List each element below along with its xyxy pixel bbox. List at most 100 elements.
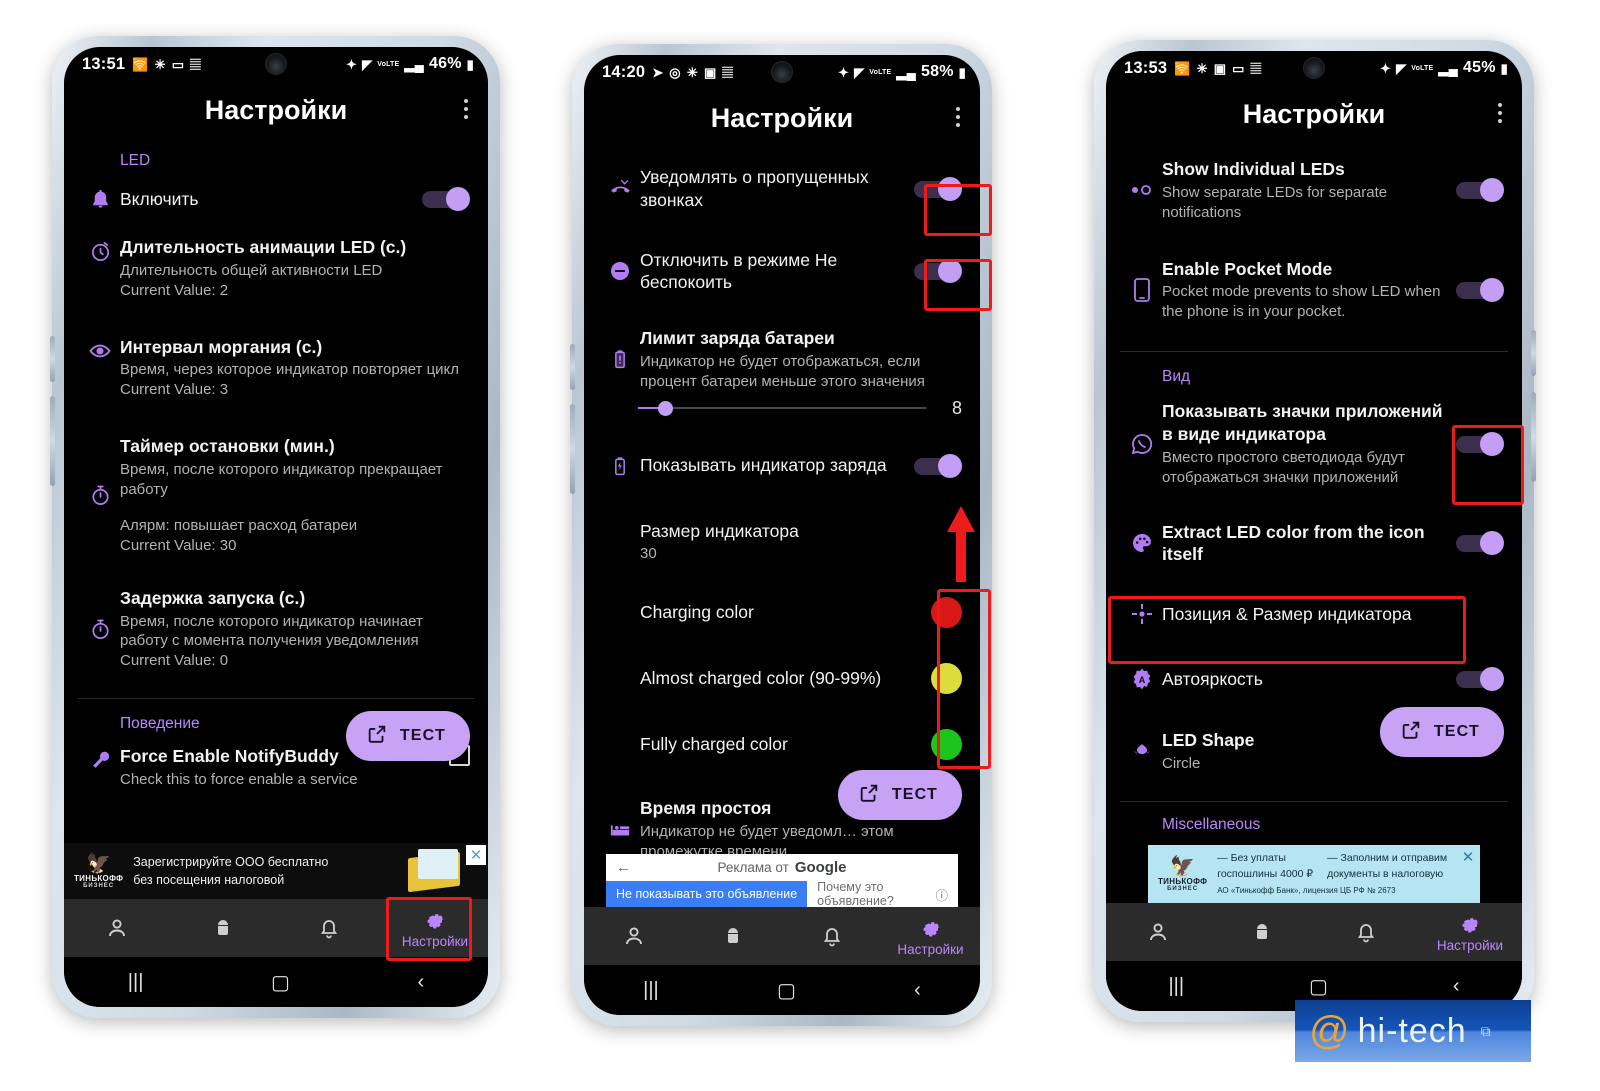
row-blink-interval[interactable]: Интервал моргания (c.) Время, через кото… <box>64 314 488 414</box>
row-stop-timer[interactable]: Таймер остановки (мин.) Время, после кот… <box>64 413 488 569</box>
bottom-nav-item-android[interactable] <box>1210 903 1314 961</box>
color-swatch-charging[interactable] <box>931 597 962 629</box>
row-notify-missed-calls[interactable]: Уведомлять о пропущенных звонках <box>584 144 980 225</box>
phone-2: 14:20 ➤ ◎ ✳ ▣ 𝄚 ✦ ◤ VoLTE ▂▄ 58% ▮ Настр… <box>570 44 992 1026</box>
front-camera-punchhole <box>771 61 793 83</box>
row-extract-led-color[interactable]: Extract LED color from the icon itself <box>1106 501 1522 580</box>
test-button[interactable]: ТЕСТ <box>837 770 962 820</box>
ad-back-icon[interactable]: ← <box>616 859 631 876</box>
bottom-nav[interactable]: Настройки <box>584 907 980 965</box>
phone-2-side-button[interactable] <box>570 344 575 390</box>
bottom-nav-item-android[interactable] <box>170 899 276 957</box>
battery-limit-slider[interactable] <box>638 399 926 417</box>
ad-why-button[interactable]: Почему это объявление? ⓘ <box>807 880 958 908</box>
ad-close-icon[interactable]: ✕ <box>1458 847 1478 867</box>
color-swatch-almost-charged[interactable] <box>931 663 962 695</box>
row-show-charge-indicator[interactable]: Показывать индикатор заряда <box>584 433 980 494</box>
settings-list[interactable]: Show Individual LEDs Show separate LEDs … <box>1106 140 1522 845</box>
bottom-nav[interactable]: Настройки <box>64 899 488 957</box>
row-enable-pocket-mode[interactable]: Enable Pocket Mode Pocket mode prevents … <box>1106 236 1522 336</box>
battery-limit-slider-row[interactable]: 8 <box>584 394 980 433</box>
snowflake-icon: ✳ <box>154 56 166 72</box>
row-start-delay[interactable]: Задержка запуска (c.) Время, после котор… <box>64 569 488 685</box>
toggle-show-charge-indicator[interactable] <box>914 453 962 478</box>
ad-close-icon[interactable]: ✕ <box>466 845 486 865</box>
row-show-app-icons[interactable]: Показывать значки приложений в виде инди… <box>1106 396 1522 500</box>
row-disable-in-dnd[interactable]: Отключить в режиме Не беспокоить <box>584 225 980 308</box>
bottom-nav-item-android[interactable] <box>683 907 782 965</box>
ad-banner-google[interactable]: ← Реклама от Google Не показывать это об… <box>606 854 958 908</box>
bottom-nav-item-profile[interactable] <box>64 899 170 957</box>
overflow-menu-icon[interactable] <box>464 98 468 119</box>
row-title: Показывать индикатор заряда <box>640 455 887 476</box>
toggle-auto-brightness[interactable] <box>1456 667 1504 692</box>
home-button[interactable]: ▢ <box>1309 974 1328 999</box>
toggle-show-app-icons[interactable] <box>1456 431 1504 456</box>
home-button[interactable]: ▢ <box>777 978 796 1003</box>
row-led-animation-duration[interactable]: Длительность анимации LED (c.) Длительно… <box>64 218 488 314</box>
back-button[interactable]: ‹ <box>418 971 425 994</box>
row-enable-led[interactable]: Включить <box>64 180 488 218</box>
row-position-size[interactable]: Позиция & Размер индикатора <box>1106 579 1522 642</box>
bottom-nav-item-settings[interactable]: Настройки <box>881 907 980 965</box>
row-fully-charged-color[interactable]: Fully charged color <box>584 707 980 773</box>
status-bar: 13:53 🛜 ✳ ▣ ▭ 𝄚 ✦ ◤ VoLTE ▂▄ 45% ▮ <box>1106 51 1522 85</box>
back-button[interactable]: ‹ <box>1453 975 1460 998</box>
test-button[interactable]: ТЕСТ <box>1379 707 1504 757</box>
row-indicator-size[interactable]: Размер индикатора 30 <box>584 494 980 578</box>
ad-hide-button[interactable]: Не показывать это объявление <box>606 881 808 907</box>
row-charging-color[interactable]: Charging color <box>584 577 980 641</box>
whatsapp-icon <box>1122 429 1162 459</box>
bottom-nav-item-notifications[interactable] <box>276 899 382 957</box>
ad-banner-tinkoff-cyan[interactable]: 🦅 ТИНЬКОФФ БИЗНЕС — Без уплаты госпошлин… <box>1148 845 1480 903</box>
row-almost-charged-color[interactable]: Almost charged color (90-99%) <box>584 641 980 707</box>
test-button[interactable]: ТЕСТ <box>345 711 470 761</box>
system-nav-bar[interactable]: ||| ▢ ‹ <box>64 957 488 1007</box>
row-battery-limit[interactable]: Лимит заряда батареи Индикатор не будет … <box>584 307 980 394</box>
bottom-nav-item-notifications[interactable] <box>1314 903 1418 961</box>
bottom-nav-item-settings[interactable]: Настройки <box>382 899 488 957</box>
row-alarm-note: Алярм: повышает расход батареи <box>120 516 358 534</box>
bottom-nav-item-profile[interactable] <box>584 907 683 965</box>
overflow-menu-icon[interactable] <box>1498 102 1502 123</box>
phone-1-volume-button[interactable] <box>50 396 55 486</box>
toggle-disable-in-dnd[interactable] <box>914 259 962 284</box>
color-swatch-fully-charged[interactable] <box>931 729 962 761</box>
bottom-nav-item-settings[interactable]: Настройки <box>1418 903 1522 961</box>
toggle-enable-pocket-mode[interactable] <box>1456 277 1504 302</box>
external-link-icon <box>1400 719 1422 746</box>
back-button[interactable]: ‹ <box>914 979 921 1002</box>
row-current-value: Current Value: 30 <box>120 536 237 554</box>
bottom-nav[interactable]: Настройки <box>1106 903 1522 961</box>
settings-list[interactable]: Уведомлять о пропущенных звонках Отключи… <box>584 144 980 854</box>
row-show-individual-leds[interactable]: Show Individual LEDs Show separate LEDs … <box>1106 140 1522 236</box>
toggle-extract-led-color[interactable] <box>1456 531 1504 556</box>
watermark: @ hi-tech ⧉ <box>1295 1000 1531 1062</box>
phone-3-volume-button[interactable] <box>1531 392 1536 482</box>
ad-banner-tinkoff[interactable]: 🦅 ТИНЬКОФФ БИЗНЕС Зарегистрируйте ООО бе… <box>64 843 488 899</box>
phone-3-side-button[interactable] <box>1531 330 1536 376</box>
bottom-nav-item-profile[interactable] <box>1106 903 1210 961</box>
settings-list[interactable]: LED Включить Длительность анимации LED (… <box>64 136 488 843</box>
toggle-notify-missed-calls[interactable] <box>914 176 962 201</box>
home-button[interactable]: ▢ <box>271 970 290 995</box>
bottom-nav-item-notifications[interactable] <box>782 907 881 965</box>
recents-button[interactable]: ||| <box>643 979 659 1002</box>
recents-button[interactable]: ||| <box>128 971 144 994</box>
system-nav-bar[interactable]: ||| ▢ ‹ <box>584 965 980 1015</box>
tinkoff-crest-icon: 🦅 <box>1170 855 1196 878</box>
android-icon <box>1257 924 1267 939</box>
phone-1-side-button[interactable] <box>50 336 55 382</box>
overflow-menu-icon[interactable] <box>956 106 960 127</box>
section-header-led: LED <box>120 152 151 169</box>
page-title-text: Настройки <box>1242 99 1386 129</box>
phone-2-volume-button[interactable] <box>570 404 575 494</box>
row-current-value: Current Value: 2 <box>120 281 229 299</box>
recents-button[interactable]: ||| <box>1168 975 1184 998</box>
row-auto-brightness[interactable]: A Автояркость <box>1106 642 1522 707</box>
test-button-label: ТЕСТ <box>399 727 446 744</box>
toggle-enable-led[interactable] <box>422 187 470 211</box>
toggle-show-individual-leds[interactable] <box>1456 178 1504 203</box>
bed-icon <box>600 815 640 845</box>
